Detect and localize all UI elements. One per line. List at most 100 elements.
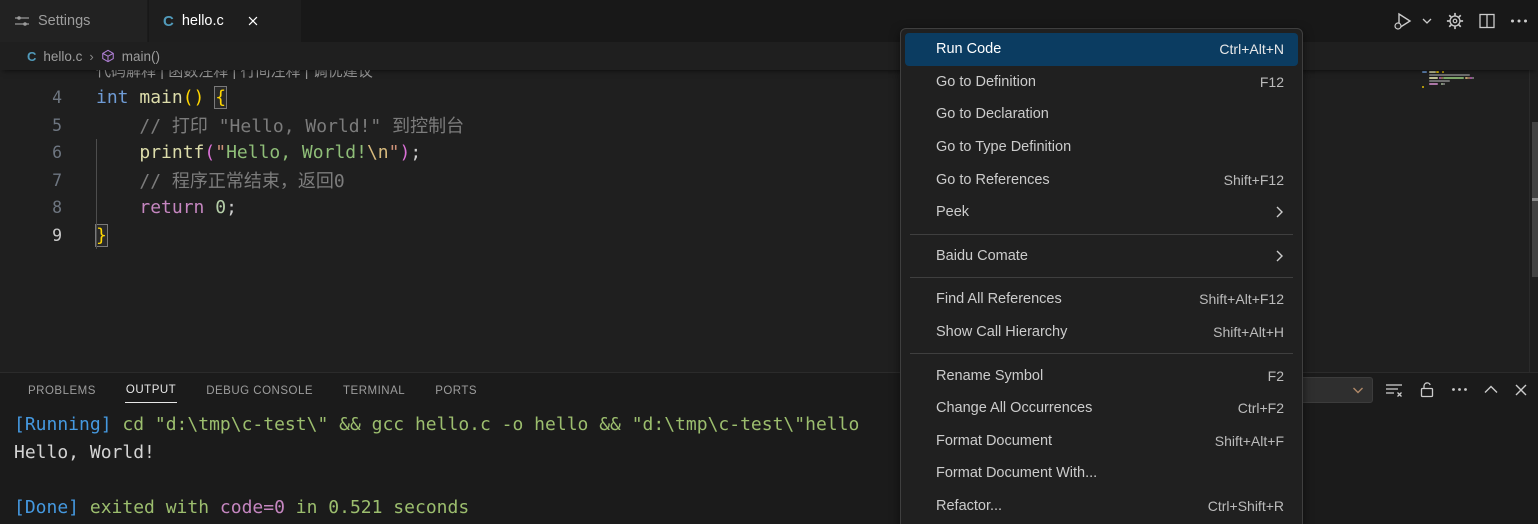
menu-item-go-to-references[interactable]: Go to ReferencesShift+F12	[905, 163, 1298, 196]
line-number[interactable]: 5	[0, 116, 62, 135]
menu-item-go-to-type-definition[interactable]: Go to Type Definition	[905, 131, 1298, 164]
menu-item-label: Rename Symbol	[936, 368, 1268, 384]
menu-item-label: Go to Type Definition	[936, 139, 1284, 155]
menu-item-shortcut: Shift+Alt+F12	[1199, 291, 1284, 307]
minimap-line	[1472, 77, 1474, 79]
output-token: Hello, World!	[14, 442, 155, 463]
submenu-chevron-icon	[1275, 249, 1284, 263]
panel-tab-problems[interactable]: PROBLEMS	[27, 377, 97, 403]
minimap-line	[1429, 77, 1439, 79]
menu-item-label: Go to Definition	[936, 74, 1260, 90]
code-token: "	[215, 142, 226, 163]
code-token: // 打印 "Hello, World!" 到控制台	[139, 116, 464, 137]
menu-item-shortcut: Shift+Alt+H	[1213, 324, 1284, 340]
more-actions-icon[interactable]	[1451, 387, 1468, 392]
code-line[interactable]: 8 return 0;	[0, 194, 1538, 222]
menu-item-baidu-comate[interactable]: Baidu Comate	[905, 240, 1298, 273]
code-editor[interactable]: 代码解释 | 函数注释 | 行间注释 | 调优建议 4int main() {5…	[0, 42, 1538, 372]
code-line[interactable]: 5 // 打印 "Hello, World!" 到控制台	[0, 112, 1538, 140]
minimap[interactable]	[1416, 68, 1528, 368]
tab-settings[interactable]: Settings	[0, 0, 148, 42]
line-number[interactable]: 9	[0, 226, 62, 245]
menu-item-go-to-declaration[interactable]: Go to Declaration	[905, 98, 1298, 131]
breadcrumb: C hello.c › main()	[0, 42, 1538, 70]
menu-item-label: Go to References	[936, 172, 1224, 188]
bottom-panel: PROBLEMS OUTPUT DEBUG CONSOLE TERMINAL PORTS…	[0, 372, 1538, 524]
code-token: ()	[183, 87, 205, 108]
output-token: in 0.521 seconds	[285, 497, 469, 518]
menu-item-format-document[interactable]: Format DocumentShift+Alt+F	[905, 425, 1298, 458]
code-line[interactable]: 7 // 程序正常结束，返回0	[0, 167, 1538, 195]
close-panel-icon[interactable]	[1514, 383, 1528, 397]
menu-item-shortcut: F2	[1268, 368, 1284, 384]
code-line[interactable]: 9}	[0, 222, 1538, 250]
more-actions-icon[interactable]	[1510, 18, 1528, 24]
menu-item-peek[interactable]: Peek	[905, 196, 1298, 229]
code-token: printf	[139, 142, 204, 163]
breadcrumb-symbol[interactable]: main()	[122, 49, 160, 64]
output-token: exited with	[90, 497, 220, 518]
output-console[interactable]: [Running] cd "d:\tmp\c-test\" && gcc hel…	[14, 411, 1538, 521]
line-number[interactable]: 4	[0, 88, 62, 107]
chevron-right-icon: ›	[89, 49, 93, 64]
code-token	[96, 116, 139, 137]
menu-item-label: Run Code	[936, 41, 1219, 57]
maximize-panel-icon[interactable]	[1484, 385, 1498, 394]
panel-tab-terminal[interactable]: TERMINAL	[342, 377, 406, 403]
close-tab-icon[interactable]	[246, 14, 260, 28]
output-token: code=0	[220, 497, 285, 518]
tab-hello-c[interactable]: C hello.c	[149, 0, 301, 42]
code-line[interactable]: 4int main() {	[0, 84, 1538, 112]
run-code-icon[interactable]	[1392, 11, 1418, 31]
run-dropdown-chevron-icon[interactable]	[1422, 17, 1432, 25]
menu-item-run-code[interactable]: Run CodeCtrl+Alt+N	[905, 33, 1298, 66]
code-text: // 打印 "Hello, World!" 到控制台	[62, 112, 464, 138]
unlock-icon[interactable]	[1419, 381, 1435, 398]
menu-item-format-document-with[interactable]: Format Document With...	[905, 457, 1298, 490]
code-line[interactable]: 6 printf("Hello, World!\n");	[0, 139, 1538, 167]
menu-item-label: Change All Occurrences	[936, 400, 1238, 416]
line-number[interactable]: 7	[0, 171, 62, 190]
code-token: (	[204, 142, 215, 163]
code-token: ;	[410, 142, 421, 163]
menu-item-label: Refactor...	[936, 498, 1208, 514]
menu-separator	[910, 353, 1293, 354]
code-token	[96, 197, 139, 218]
context-menu: Run CodeCtrl+Alt+NGo to DefinitionF12Go …	[900, 28, 1303, 524]
output-token: [Running]	[14, 414, 122, 435]
output-token: cd "d:\tmp\c-test\" && gcc hello.c -o he…	[122, 414, 859, 435]
menu-item-refactor[interactable]: Refactor...Ctrl+Shift+R	[905, 490, 1298, 523]
line-number[interactable]: 8	[0, 198, 62, 217]
menu-item-label: Peek	[936, 204, 1275, 220]
menu-item-shortcut: F12	[1260, 74, 1284, 90]
scrollbar-cursor-marker	[1532, 198, 1538, 201]
menu-item-label: Show Call Hierarchy	[936, 324, 1213, 340]
tab-file-label: hello.c	[182, 13, 224, 29]
code-token: "	[389, 142, 400, 163]
breadcrumb-file[interactable]: hello.c	[43, 49, 82, 64]
minimap-line	[1443, 83, 1445, 85]
symbol-method-icon	[101, 49, 115, 63]
menu-item-show-call-hierarchy[interactable]: Show Call HierarchyShift+Alt+H	[905, 316, 1298, 349]
clear-output-icon[interactable]	[1385, 382, 1403, 398]
panel-actions	[1385, 373, 1528, 406]
menu-item-find-all-references[interactable]: Find All ReferencesShift+Alt+F12	[905, 283, 1298, 316]
panel-tab-ports[interactable]: PORTS	[434, 377, 478, 403]
code-token	[129, 87, 140, 108]
menu-item-change-all-occurrences[interactable]: Change All OccurrencesCtrl+F2	[905, 392, 1298, 425]
menu-item-label: Go to Declaration	[936, 106, 1284, 122]
editor-scrollbar[interactable]	[1529, 70, 1538, 372]
code-token	[96, 142, 139, 163]
line-number[interactable]: 6	[0, 143, 62, 162]
settings-gear-icon[interactable]	[1446, 12, 1464, 30]
panel-tab-output[interactable]: OUTPUT	[125, 376, 177, 403]
c-file-icon: C	[27, 49, 36, 64]
menu-item-go-to-definition[interactable]: Go to DefinitionF12	[905, 66, 1298, 99]
code-token: \n	[367, 142, 389, 163]
tab-settings-label: Settings	[38, 13, 90, 29]
split-editor-icon[interactable]	[1478, 12, 1496, 30]
menu-item-shortcut: Ctrl+Alt+N	[1219, 41, 1284, 57]
panel-tab-debug-console[interactable]: DEBUG CONSOLE	[205, 377, 314, 403]
menu-item-rename-symbol[interactable]: Rename SymbolF2	[905, 359, 1298, 392]
indent-guide	[96, 139, 97, 249]
